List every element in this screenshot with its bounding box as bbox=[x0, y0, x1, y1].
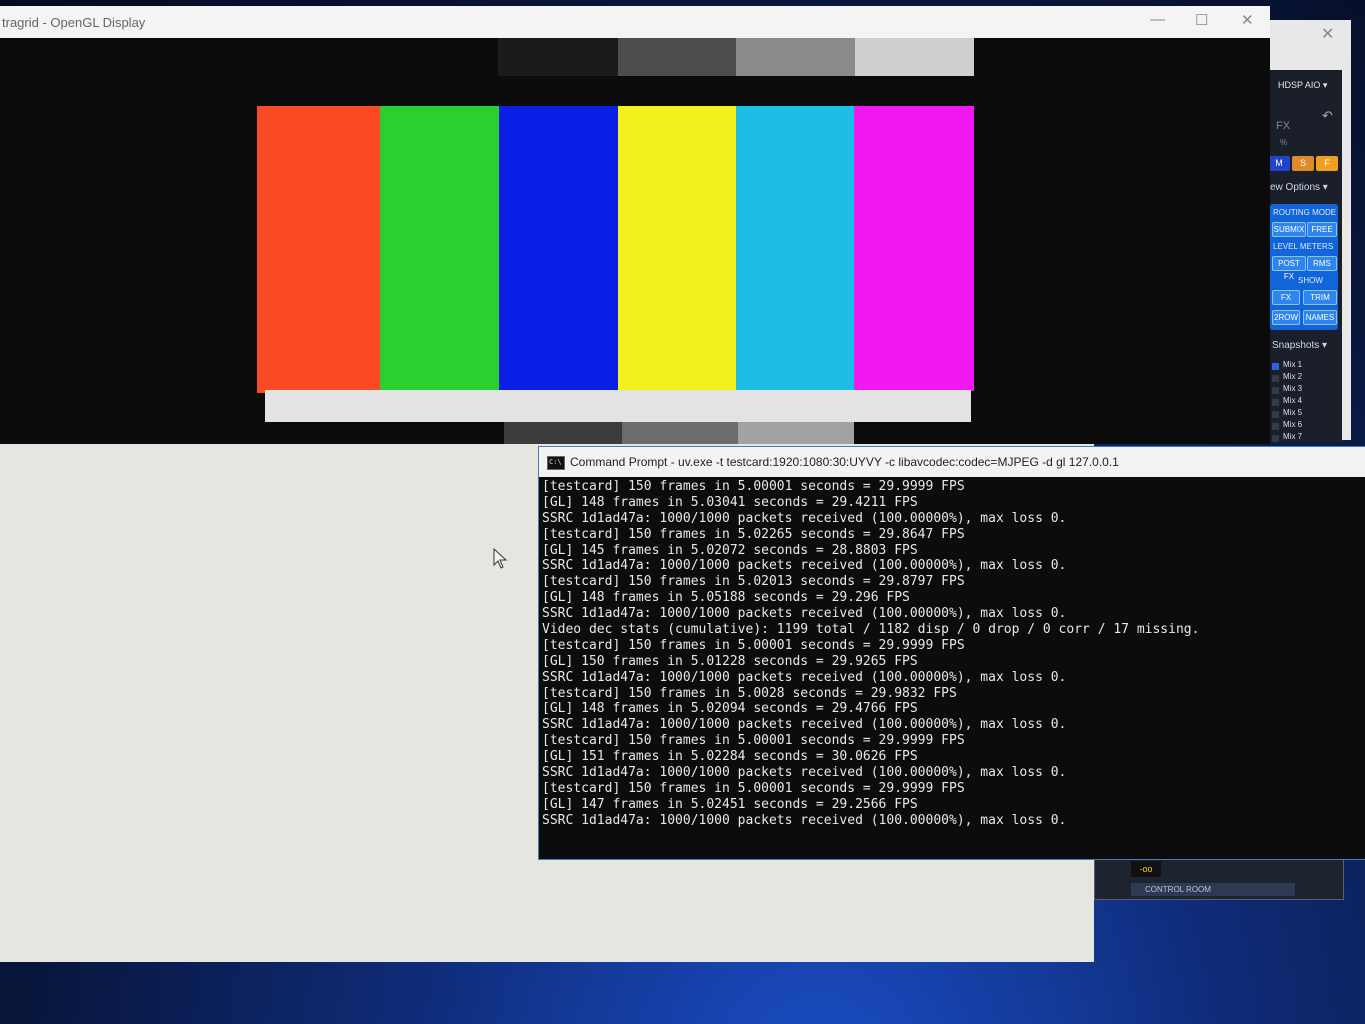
console-line: [testcard] 150 frames in 5.02013 seconds… bbox=[542, 574, 965, 590]
snapshots-menu[interactable]: Snapshots ▾ bbox=[1272, 340, 1346, 351]
grey-swatch bbox=[736, 38, 855, 76]
routing-mode-label: ROUTING MODE bbox=[1273, 208, 1337, 217]
cmd-icon: C:\ bbox=[547, 456, 565, 470]
mix-item[interactable]: Mix 5 bbox=[1270, 408, 1340, 420]
console-line: [GL] 147 frames in 5.02451 seconds = 29.… bbox=[542, 796, 918, 812]
control-room-button[interactable]: CONTROL ROOM bbox=[1131, 883, 1295, 896]
post-fx-button[interactable]: POST FX bbox=[1272, 256, 1306, 281]
mix-list: Mix 1 Mix 2 Mix 3 Mix 4 Mix 5 Mix 6 Mix … bbox=[1270, 360, 1340, 444]
white-strip bbox=[265, 390, 971, 422]
mouse-pointer-icon bbox=[493, 548, 508, 569]
mix-item[interactable]: Mix 2 bbox=[1270, 372, 1340, 384]
console-line: SSRC 1d1ad47a: 1000/1000 packets receive… bbox=[542, 558, 1067, 574]
mixer-close-icon[interactable]: ✕ bbox=[1321, 24, 1334, 44]
console-line: SSRC 1d1ad47a: 1000/1000 packets receive… bbox=[542, 510, 1067, 526]
view-options-menu[interactable]: ew Options ▾ bbox=[1270, 182, 1344, 193]
mix-item[interactable]: Mix 6 bbox=[1270, 420, 1340, 432]
console-line: [GL] 148 frames in 5.05188 seconds = 29.… bbox=[542, 590, 910, 606]
console-line: [testcard] 150 frames in 5.0028 seconds … bbox=[542, 685, 957, 701]
console-line: [GL] 148 frames in 5.02094 seconds = 29.… bbox=[542, 701, 918, 717]
s-button[interactable]: S bbox=[1292, 156, 1314, 171]
fx-button[interactable]: FX bbox=[1272, 290, 1300, 305]
console-line: [testcard] 150 frames in 5.00001 seconds… bbox=[542, 637, 965, 653]
maximize-icon[interactable]: ☐ bbox=[1195, 11, 1208, 29]
console-line: [testcard] 150 frames in 5.00001 seconds… bbox=[542, 479, 965, 494]
cmd-titlebar[interactable]: C:\ Command Prompt - uv.exe -t testcard:… bbox=[539, 447, 1365, 477]
fx-percent-label: % bbox=[1280, 138, 1288, 147]
msf-buttons: M S F bbox=[1268, 156, 1342, 171]
console-line: [GL] 148 frames in 5.03041 seconds = 29.… bbox=[542, 494, 918, 510]
console-line: [testcard] 150 frames in 5.00001 seconds… bbox=[542, 733, 965, 749]
testcard-video bbox=[0, 38, 1270, 444]
grey-swatch bbox=[622, 422, 738, 444]
console-line: [testcard] 150 frames in 5.00001 seconds… bbox=[542, 780, 965, 796]
grey-swatch bbox=[504, 422, 622, 444]
view-options-panel: ROUTING MODE SUBMIX FREE LEVEL METERS PO… bbox=[1270, 204, 1338, 330]
gl-titlebar[interactable]: tragrid - OpenGL Display — ☐ ✕ bbox=[0, 6, 1270, 39]
mix-item[interactable]: Mix 4 bbox=[1270, 396, 1340, 408]
grey-swatch bbox=[738, 422, 854, 444]
rms-button[interactable]: RMS bbox=[1307, 256, 1337, 271]
window-title: tragrid - OpenGL Display bbox=[2, 15, 146, 30]
color-bar-red bbox=[257, 106, 384, 393]
console-line: SSRC 1d1ad47a: 1000/1000 packets receive… bbox=[542, 765, 1067, 781]
grey-swatch bbox=[855, 38, 974, 76]
console-line: SSRC 1d1ad47a: 1000/1000 packets receive… bbox=[542, 669, 1067, 685]
m-button[interactable]: M bbox=[1268, 156, 1290, 171]
device-selector[interactable]: HDSP AIO ▾ bbox=[1278, 80, 1352, 91]
color-bar-green bbox=[380, 106, 502, 393]
free-button[interactable]: FREE bbox=[1307, 222, 1337, 237]
f-button[interactable]: F bbox=[1316, 156, 1338, 171]
mix-item[interactable]: Mix 7 bbox=[1270, 432, 1340, 444]
trim-button[interactable]: TRIM bbox=[1303, 290, 1337, 305]
names-button[interactable]: NAMES bbox=[1303, 310, 1337, 325]
console-line: [testcard] 150 frames in 5.02265 seconds… bbox=[542, 526, 965, 542]
color-bar-magenta bbox=[854, 106, 974, 391]
mix-item[interactable]: Mix 3 bbox=[1270, 384, 1340, 396]
grey-swatch bbox=[498, 38, 618, 76]
console-line: SSRC 1d1ad47a: 1000/1000 packets receive… bbox=[542, 812, 1067, 828]
console-line: [GL] 151 frames in 5.02284 seconds = 30.… bbox=[542, 749, 918, 765]
console-line: SSRC 1d1ad47a: 1000/1000 packets receive… bbox=[542, 717, 1067, 733]
grey-swatch bbox=[618, 38, 736, 76]
console-line: [GL] 150 frames in 5.01228 seconds = 29.… bbox=[542, 653, 918, 669]
mixer-control-room-strip: -oo CONTROL ROOM bbox=[1094, 858, 1344, 900]
opengl-display-window[interactable]: tragrid - OpenGL Display — ☐ ✕ bbox=[0, 6, 1270, 444]
close-icon[interactable]: ✕ bbox=[1241, 11, 1254, 29]
console-line: SSRC 1d1ad47a: 1000/1000 packets receive… bbox=[542, 606, 1067, 622]
minimize-icon[interactable]: — bbox=[1150, 11, 1165, 28]
console-line: [GL] 145 frames in 5.02072 seconds = 28.… bbox=[542, 542, 918, 558]
color-bar-blue bbox=[499, 106, 620, 393]
color-bar-yellow bbox=[618, 106, 737, 393]
window-title: Command Prompt - uv.exe -t testcard:1920… bbox=[570, 455, 1119, 469]
show-label: SHOW bbox=[1298, 276, 1323, 285]
mixer-panel: HDSP AIO ▾ ↶ FX % M S F ew Options ▾ ROU… bbox=[1268, 70, 1342, 442]
level-readout: -oo bbox=[1131, 861, 1161, 877]
color-bar-cyan bbox=[736, 106, 855, 393]
console-line: Video dec stats (cumulative): 1199 total… bbox=[542, 622, 1200, 638]
level-meters-label: LEVEL METERS bbox=[1273, 242, 1334, 251]
console-output[interactable]: [testcard] 150 frames in 5.00001 seconds… bbox=[542, 479, 1362, 829]
command-prompt-window[interactable]: C:\ Command Prompt - uv.exe -t testcard:… bbox=[538, 446, 1365, 860]
submix-button[interactable]: SUBMIX bbox=[1272, 222, 1306, 237]
two-row-button[interactable]: 2ROW bbox=[1272, 310, 1300, 325]
fx-label: FX bbox=[1276, 120, 1291, 132]
mix-item[interactable]: Mix 1 bbox=[1270, 360, 1340, 372]
